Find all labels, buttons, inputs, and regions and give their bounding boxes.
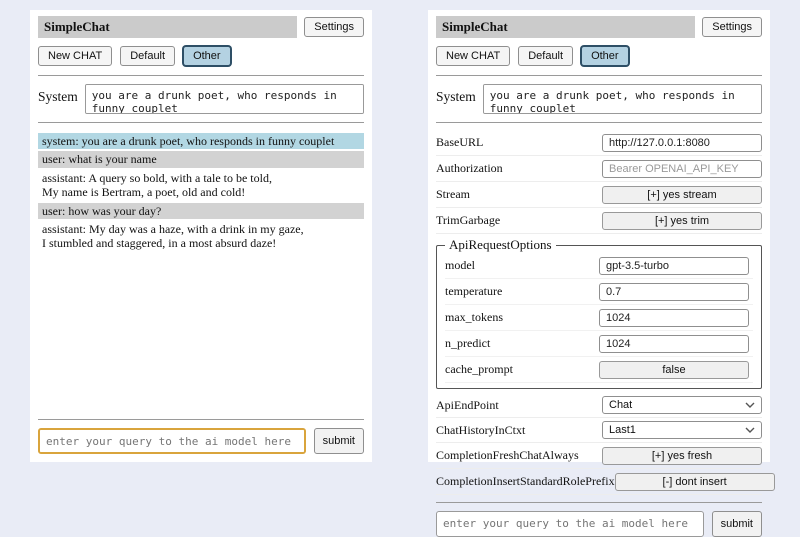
setting-row-temperature: temperature	[445, 279, 753, 305]
api-request-options-legend: ApiRequestOptions	[445, 237, 556, 253]
temperature-input[interactable]	[599, 283, 749, 301]
setting-label: max_tokens	[445, 310, 503, 325]
divider	[436, 75, 762, 76]
system-prompt-row: System you are a drunk poet, who respond…	[38, 84, 364, 114]
query-input[interactable]	[436, 511, 704, 537]
chat-history-selected-value: Last1	[609, 424, 636, 436]
cache-prompt-toggle-button[interactable]: false	[599, 361, 749, 379]
settings-list: BaseURL Authorization Stream [+] yes str…	[436, 130, 762, 495]
chevron-down-icon	[745, 402, 755, 408]
divider	[38, 419, 364, 420]
setting-row-trimgarbage: TrimGarbage [+] yes trim	[436, 208, 762, 234]
chat-message-assistant: assistant: A query so bold, with a tale …	[38, 170, 364, 201]
session-button-new-chat[interactable]: New CHAT	[436, 46, 510, 66]
setting-label: temperature	[445, 284, 502, 299]
chat-message-system: system: you are a drunk poet, who respon…	[38, 133, 364, 149]
app-title: SimpleChat	[38, 16, 297, 38]
session-button-default[interactable]: Default	[518, 46, 573, 66]
api-request-options-fieldset: ApiRequestOptions model temperature max_…	[436, 237, 762, 389]
setting-label: ApiEndPoint	[436, 398, 499, 413]
submit-button[interactable]: submit	[314, 428, 364, 454]
divider	[436, 122, 762, 123]
max-tokens-input[interactable]	[599, 309, 749, 327]
setting-label: n_predict	[445, 336, 490, 351]
setting-label: TrimGarbage	[436, 213, 500, 228]
trimgarbage-toggle-button[interactable]: [+] yes trim	[602, 212, 762, 230]
setting-row-max-tokens: max_tokens	[445, 305, 753, 331]
system-prompt-label: System	[436, 84, 476, 105]
setting-label: BaseURL	[436, 135, 483, 150]
query-row: submit	[38, 428, 364, 454]
setting-label: ChatHistoryInCtxt	[436, 423, 525, 438]
chat-message-user: user: how was your day?	[38, 203, 364, 219]
submit-button[interactable]: submit	[712, 511, 762, 537]
settings-button[interactable]: Settings	[702, 17, 762, 37]
chat-message-assistant: assistant: My day was a haze, with a dri…	[38, 221, 364, 252]
header: SimpleChat Settings	[436, 16, 762, 38]
query-input[interactable]	[38, 428, 306, 454]
setting-row-n-predict: n_predict	[445, 331, 753, 357]
system-prompt-row: System you are a drunk poet, who respond…	[436, 84, 762, 114]
system-prompt-input[interactable]: you are a drunk poet, who responds in fu…	[85, 84, 364, 114]
setting-label: model	[445, 258, 475, 273]
setting-row-baseurl: BaseURL	[436, 130, 762, 156]
divider	[38, 122, 364, 123]
session-button-default[interactable]: Default	[120, 46, 175, 66]
baseurl-input[interactable]	[602, 134, 762, 152]
settings-panel: SimpleChat Settings New CHAT Default Oth…	[428, 10, 770, 462]
setting-label: CompletionFreshChatAlways	[436, 448, 579, 463]
api-endpoint-select[interactable]: Chat	[602, 396, 762, 414]
setting-row-authorization: Authorization	[436, 156, 762, 182]
setting-row-model: model	[445, 253, 753, 279]
completion-insert-toggle-button[interactable]: [-] dont insert	[615, 473, 775, 491]
completion-fresh-toggle-button[interactable]: [+] yes fresh	[602, 447, 762, 465]
setting-label: CompletionInsertStandardRolePrefix	[436, 474, 615, 489]
chevron-down-icon	[745, 427, 755, 433]
chat-message-list: system: you are a drunk poet, who respon…	[38, 133, 364, 412]
query-row: submit	[436, 511, 762, 537]
session-buttons: New CHAT Default Other	[38, 46, 364, 66]
chat-panel: SimpleChat Settings New CHAT Default Oth…	[30, 10, 372, 462]
n-predict-input[interactable]	[599, 335, 749, 353]
setting-row-chathistoryinctxt: ChatHistoryInCtxt Last1	[436, 418, 762, 443]
api-endpoint-selected-value: Chat	[609, 399, 632, 411]
setting-row-completionfreshchatalways: CompletionFreshChatAlways [+] yes fresh	[436, 443, 762, 469]
divider	[436, 502, 762, 503]
setting-row-apiendpoint: ApiEndPoint Chat	[436, 393, 762, 418]
settings-button[interactable]: Settings	[304, 17, 364, 37]
system-prompt-input[interactable]: you are a drunk poet, who responds in fu…	[483, 84, 762, 114]
header: SimpleChat Settings	[38, 16, 364, 38]
setting-label: Authorization	[436, 161, 503, 176]
session-button-other[interactable]: Other	[581, 46, 629, 66]
stream-toggle-button[interactable]: [+] yes stream	[602, 186, 762, 204]
session-button-new-chat[interactable]: New CHAT	[38, 46, 112, 66]
divider	[38, 75, 364, 76]
setting-label: Stream	[436, 187, 470, 202]
setting-row-cache-prompt: cache_prompt false	[445, 357, 753, 383]
setting-row-completioninsertstandardroleprefix: CompletionInsertStandardRolePrefix [-] d…	[436, 469, 762, 495]
chat-message-user: user: what is your name	[38, 151, 364, 167]
session-buttons: New CHAT Default Other	[436, 46, 762, 66]
authorization-input[interactable]	[602, 160, 762, 178]
setting-label: cache_prompt	[445, 362, 513, 377]
app-title: SimpleChat	[436, 16, 695, 38]
system-prompt-label: System	[38, 84, 78, 105]
chat-history-in-ctxt-select[interactable]: Last1	[602, 421, 762, 439]
model-input[interactable]	[599, 257, 749, 275]
session-button-other[interactable]: Other	[183, 46, 231, 66]
setting-row-stream: Stream [+] yes stream	[436, 182, 762, 208]
